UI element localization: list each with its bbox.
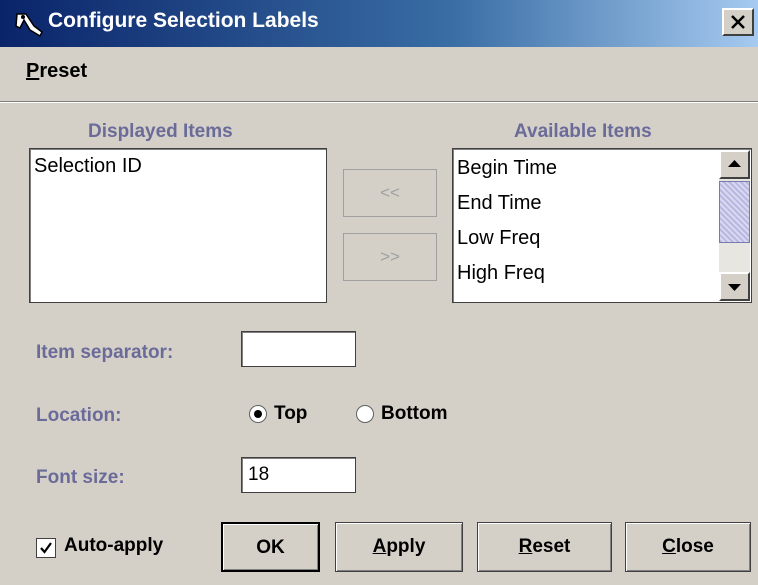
list-item[interactable]: Begin Time [457,157,557,180]
list-item[interactable]: Low Freq [457,227,540,250]
location-top-radio[interactable] [249,405,267,423]
ok-button[interactable]: OK [221,522,320,572]
close-mnemonic: C [662,536,676,557]
font-size-input[interactable]: 18 [241,457,356,493]
window-title: Configure Selection Labels [48,9,319,32]
displayed-items-header: Displayed Items [88,121,233,142]
list-item[interactable]: High Freq [457,262,545,285]
auto-apply-label[interactable]: Auto-apply [64,535,163,557]
available-items-header: Available Items [514,121,652,142]
auto-apply-checkbox[interactable] [36,538,56,558]
menu-preset-mnemonic: P [26,60,40,82]
apply-mnemonic: A [372,536,387,557]
close-x-icon [731,15,745,29]
java-duke-icon [14,10,46,38]
scroll-up-button[interactable] [719,150,750,179]
scroll-thumb[interactable] [719,181,750,243]
font-size-label: Font size: [36,467,125,488]
location-label: Location: [36,405,122,426]
close-window-button[interactable] [722,8,754,36]
add-to-displayed-button[interactable]: << [343,169,437,217]
apply-label: pply [386,536,426,557]
menu-preset[interactable]: Preset [26,60,87,83]
reset-label: eset [532,536,571,557]
arrow-down-icon [728,284,741,291]
item-separator-label: Item separator: [36,342,174,363]
reset-mnemonic: R [518,536,533,557]
menu-bar [0,47,758,103]
menu-preset-label: reset [39,60,88,82]
available-items-list[interactable]: Begin Time End Time Low Freq High Freq [452,148,752,303]
item-separator-input[interactable] [241,331,356,367]
location-top-label[interactable]: Top [274,403,307,425]
location-bottom-label[interactable]: Bottom [381,403,447,425]
scroll-down-button[interactable] [719,272,750,301]
arrow-up-icon [728,160,741,167]
close-label: lose [675,536,714,557]
checkmark-icon [40,542,52,554]
list-item[interactable]: End Time [457,192,541,215]
remove-from-displayed-button[interactable]: >> [343,233,437,281]
displayed-items-list[interactable]: Selection ID [29,148,327,303]
close-button[interactable]: Close [625,522,751,572]
available-scrollbar[interactable] [719,150,750,301]
reset-button[interactable]: Reset [477,522,612,572]
list-item[interactable]: Selection ID [34,155,142,178]
location-bottom-radio[interactable] [356,405,374,423]
apply-button[interactable]: Apply [335,522,463,572]
